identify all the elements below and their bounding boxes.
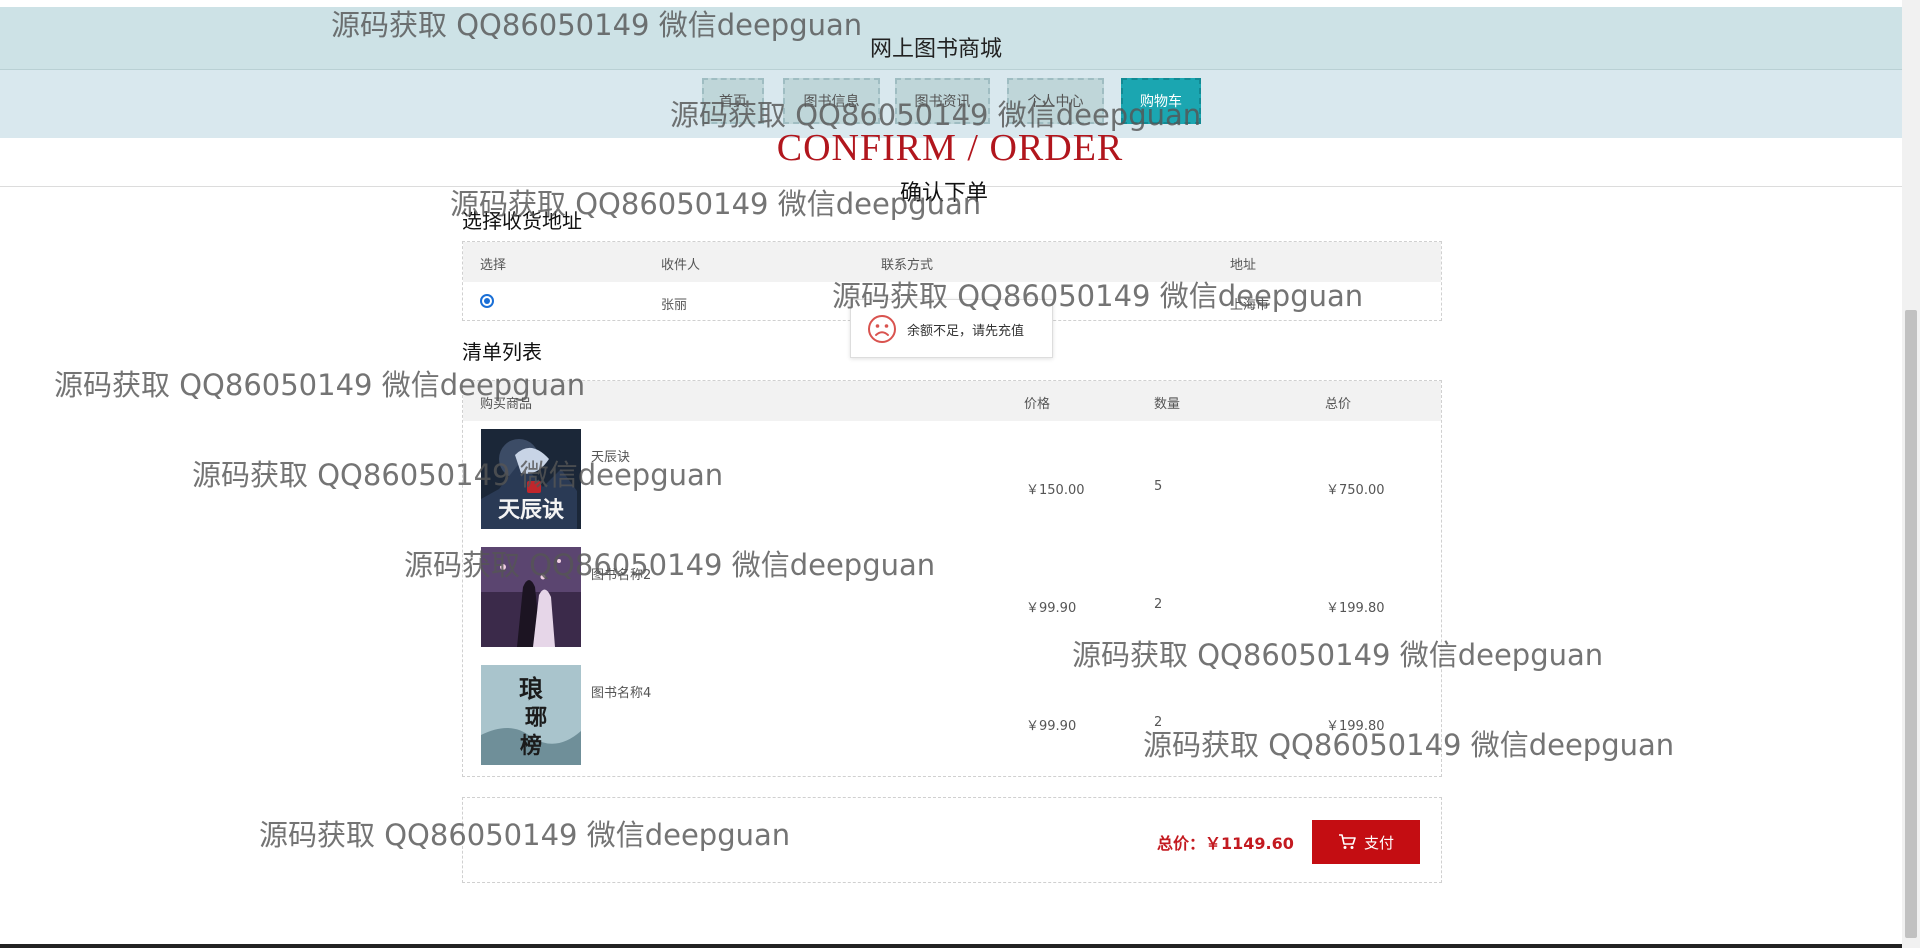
scrollbar-thumb[interactable] [1905, 310, 1917, 938]
svg-text:琅: 琅 [519, 674, 543, 703]
item-total: ￥199.80 [1326, 601, 1385, 616]
nav-cart[interactable]: 购物车 [1121, 78, 1201, 124]
col-price: 价格 [1024, 397, 1051, 412]
nav-home[interactable]: 首页 [702, 78, 764, 124]
book-cover-image: 琅 琊 榜 [481, 665, 581, 765]
book-cover-image [481, 547, 581, 647]
item-total: ￥199.80 [1326, 719, 1385, 734]
order-confirm-page: 网上图书商城 首页 图书信息 图书资讯 个人中心 购物车 CONFIRM / O… [0, 0, 1920, 948]
item-qty: 2 [1154, 715, 1163, 730]
order-summary: 总价：￥1149.60 支付 [462, 797, 1442, 883]
order-list-label: 清单列表 [462, 340, 542, 364]
cart-icon [1338, 834, 1356, 849]
col-address: 地址 [1230, 258, 1257, 273]
address-section-label: 选择收货地址 [462, 209, 582, 233]
col-select: 选择 [480, 258, 507, 273]
address-radio[interactable] [480, 294, 494, 308]
nav-book-news[interactable]: 图书资讯 [895, 78, 990, 124]
item-name: 图书名称2 [591, 568, 652, 583]
item-price: ￥99.90 [1026, 601, 1077, 616]
site-title: 网上图书商城 [870, 37, 1003, 62]
order-item-row: 天辰诀 天辰诀 ￥150.00 5 ￥750.00 [463, 429, 1441, 539]
svg-text:琊: 琊 [525, 705, 547, 731]
balance-toast: 余额不足，请先充值 [850, 299, 1053, 358]
toast-message: 余额不足，请先充值 [907, 324, 1025, 339]
pay-button-label: 支付 [1363, 834, 1394, 852]
pay-button[interactable]: 支付 [1312, 820, 1420, 864]
svg-text:榜: 榜 [520, 733, 542, 759]
address-table-header: 选择 收件人 联系方式 地址 [463, 242, 1441, 282]
col-recipient: 收件人 [661, 258, 701, 273]
title-bar: 网上图书商城 [0, 7, 1902, 70]
nav-personal-center[interactable]: 个人中心 [1007, 78, 1104, 124]
col-total: 总价 [1325, 397, 1352, 412]
item-price: ￥99.90 [1026, 719, 1077, 734]
order-list-header: 购买商品 价格 数量 总价 [463, 381, 1441, 421]
item-qty: 2 [1154, 597, 1163, 612]
recipient-name: 张丽 [661, 298, 688, 313]
nav-book-info[interactable]: 图书信息 [783, 78, 880, 124]
page-title: 确认下单 [900, 181, 989, 206]
taskbar-edge [0, 944, 1902, 948]
item-qty: 5 [1154, 479, 1163, 494]
book-cover-image: 天辰诀 [481, 429, 581, 529]
svg-text:天辰诀: 天辰诀 [498, 497, 564, 523]
sad-face-icon [868, 315, 896, 343]
item-price: ￥150.00 [1026, 483, 1085, 498]
col-phone: 联系方式 [881, 258, 934, 273]
order-item-row: 琅 琊 榜 图书名称4 ￥99.90 2 ￥199.80 [463, 665, 1441, 775]
order-list-table: 购买商品 价格 数量 总价 天辰诀 天辰诀 ￥150.00 5 ￥750.00 [462, 380, 1442, 777]
item-name: 天辰诀 [591, 450, 631, 465]
order-item-row: 图书名称2 ￥99.90 2 ￥199.80 [463, 547, 1441, 657]
col-product: 购买商品 [480, 397, 533, 412]
item-total: ￥750.00 [1326, 483, 1385, 498]
recipient-address: 上海市 [1230, 298, 1270, 313]
col-qty: 数量 [1154, 397, 1181, 412]
grand-total: 总价：￥1149.60 [1157, 834, 1294, 853]
item-name: 图书名称4 [591, 686, 652, 701]
hero-title-en: CONFIRM / ORDER [776, 127, 1124, 169]
